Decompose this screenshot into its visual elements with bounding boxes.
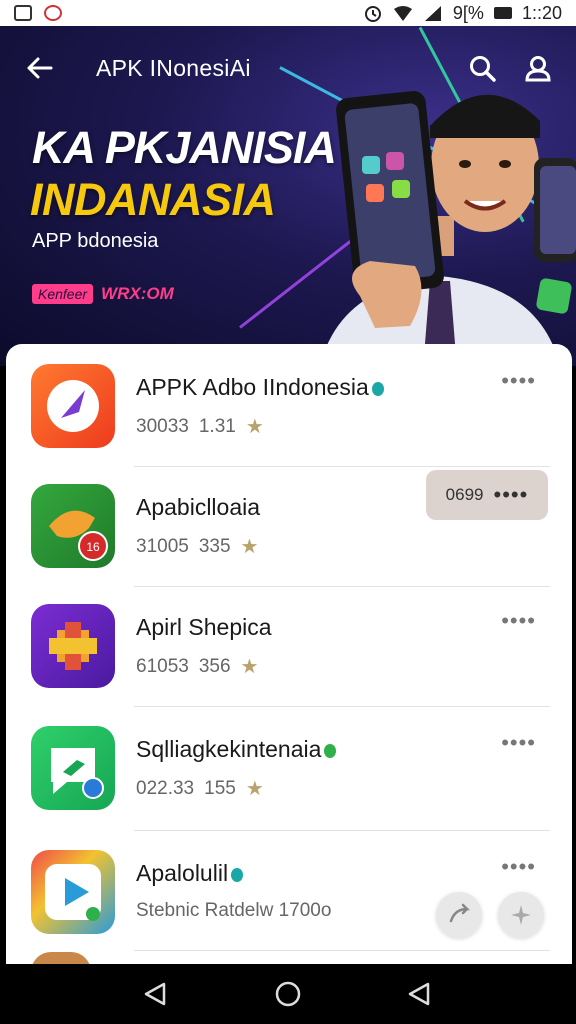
share-icon: [449, 903, 471, 923]
clock: 1::20: [521, 2, 562, 23]
star-icon: ★: [245, 416, 264, 438]
promo-badge: Kenfeer: [32, 284, 94, 304]
app-notification-icon: [44, 5, 62, 21]
compass-icon[interactable]: [31, 364, 115, 448]
list-item[interactable]: Apirl Shepica 61053 356 ★ ••••: [6, 584, 572, 704]
banner-headline: KA PKJANISIA: [32, 122, 337, 173]
app-name: Apirl Shepica: [136, 614, 272, 640]
app-meta: 30033 1.31 ★: [136, 415, 264, 439]
nav-home-button[interactable]: [268, 974, 308, 1014]
recents-triangle-icon: [408, 982, 430, 1006]
verified-badge-icon: [231, 867, 244, 882]
banner-subheadline: INDANASIA: [30, 174, 276, 225]
home-circle-icon: [275, 981, 301, 1007]
star-icon: ★: [245, 778, 264, 800]
verified-badge-icon: [371, 381, 384, 396]
gallery-icon: [14, 5, 32, 21]
alarm-icon: [364, 6, 381, 22]
more-options-button[interactable]: ••••: [501, 608, 536, 634]
bird-icon[interactable]: 16: [31, 484, 115, 568]
pill-label: 0699: [445, 485, 484, 504]
header-title: APK INonesiAi: [96, 54, 251, 81]
more-options-button[interactable]: ••••: [501, 730, 536, 756]
system-nav-bar: [0, 964, 576, 1024]
app-meta: Stebnic Ratdelw 1700o: [136, 900, 332, 921]
hero-banner[interactable]: APK INonesiAi KA PKJANISIA INDANASIA APP…: [0, 26, 576, 366]
more-options-button[interactable]: ••••: [501, 368, 536, 394]
sparkle-icon: [511, 905, 531, 925]
status-bar: 9[% 1::20: [0, 0, 576, 26]
app-meta: 61053 356 ★: [136, 655, 259, 679]
back-button[interactable]: [22, 51, 56, 85]
arrow-left-icon: [27, 57, 53, 79]
sparkle-button[interactable]: [498, 892, 544, 938]
share-button[interactable]: [436, 892, 482, 938]
svg-text:16: 16: [86, 540, 100, 554]
more-options-icon: ••••: [493, 482, 529, 507]
nav-recents-button[interactable]: [400, 974, 440, 1014]
divider: [134, 950, 550, 951]
app-name: Sqlliagkekintenaia: [136, 736, 337, 763]
list-item[interactable]: Apalolulil Stebnic Ratdelw 1700o ••••: [6, 830, 572, 950]
battery-icon: [493, 7, 512, 19]
chat-icon[interactable]: [31, 726, 115, 810]
battery-text: 9[%: [452, 2, 484, 23]
app-list-panel: APPK Adbo IIndonesia 30033 1.31 ★ •••• 16 …: [6, 344, 572, 964]
more-options-button[interactable]: ••••: [501, 854, 536, 880]
list-item[interactable]: APPK Adbo IIndonesia 30033 1.31 ★ ••••: [6, 344, 572, 464]
back-triangle-icon: [144, 982, 166, 1006]
verified-badge-icon: [324, 743, 337, 758]
row-action-pill[interactable]: 0699 ••••: [426, 470, 548, 520]
app-meta: 31005 335 ★: [136, 535, 259, 559]
app-name: APPK Adbo IIndonesia: [136, 374, 384, 401]
app-name: Apalolulil: [136, 860, 244, 887]
star-icon: ★: [240, 536, 259, 558]
partial-app-icon: [31, 952, 91, 964]
signal-icon: [424, 6, 441, 21]
promo-row[interactable]: Kenfeer WRX:OM: [32, 284, 174, 304]
play-icon[interactable]: [31, 850, 115, 934]
promo-code: WRX:OM: [101, 284, 174, 303]
wifi-icon: [393, 6, 412, 21]
emblem-icon[interactable]: [31, 604, 115, 688]
hero-illustration: [320, 91, 576, 366]
nav-back-button[interactable]: [136, 974, 176, 1014]
app-name: Apabiclloaia: [136, 494, 261, 520]
app-meta: 022.33 155 ★: [136, 777, 264, 801]
banner-tagline: APP bdonesia: [32, 230, 159, 252]
star-icon: ★: [240, 656, 259, 678]
list-item[interactable]: Sqlliagkekintenaia 022.33 155 ★ ••••: [6, 706, 572, 826]
